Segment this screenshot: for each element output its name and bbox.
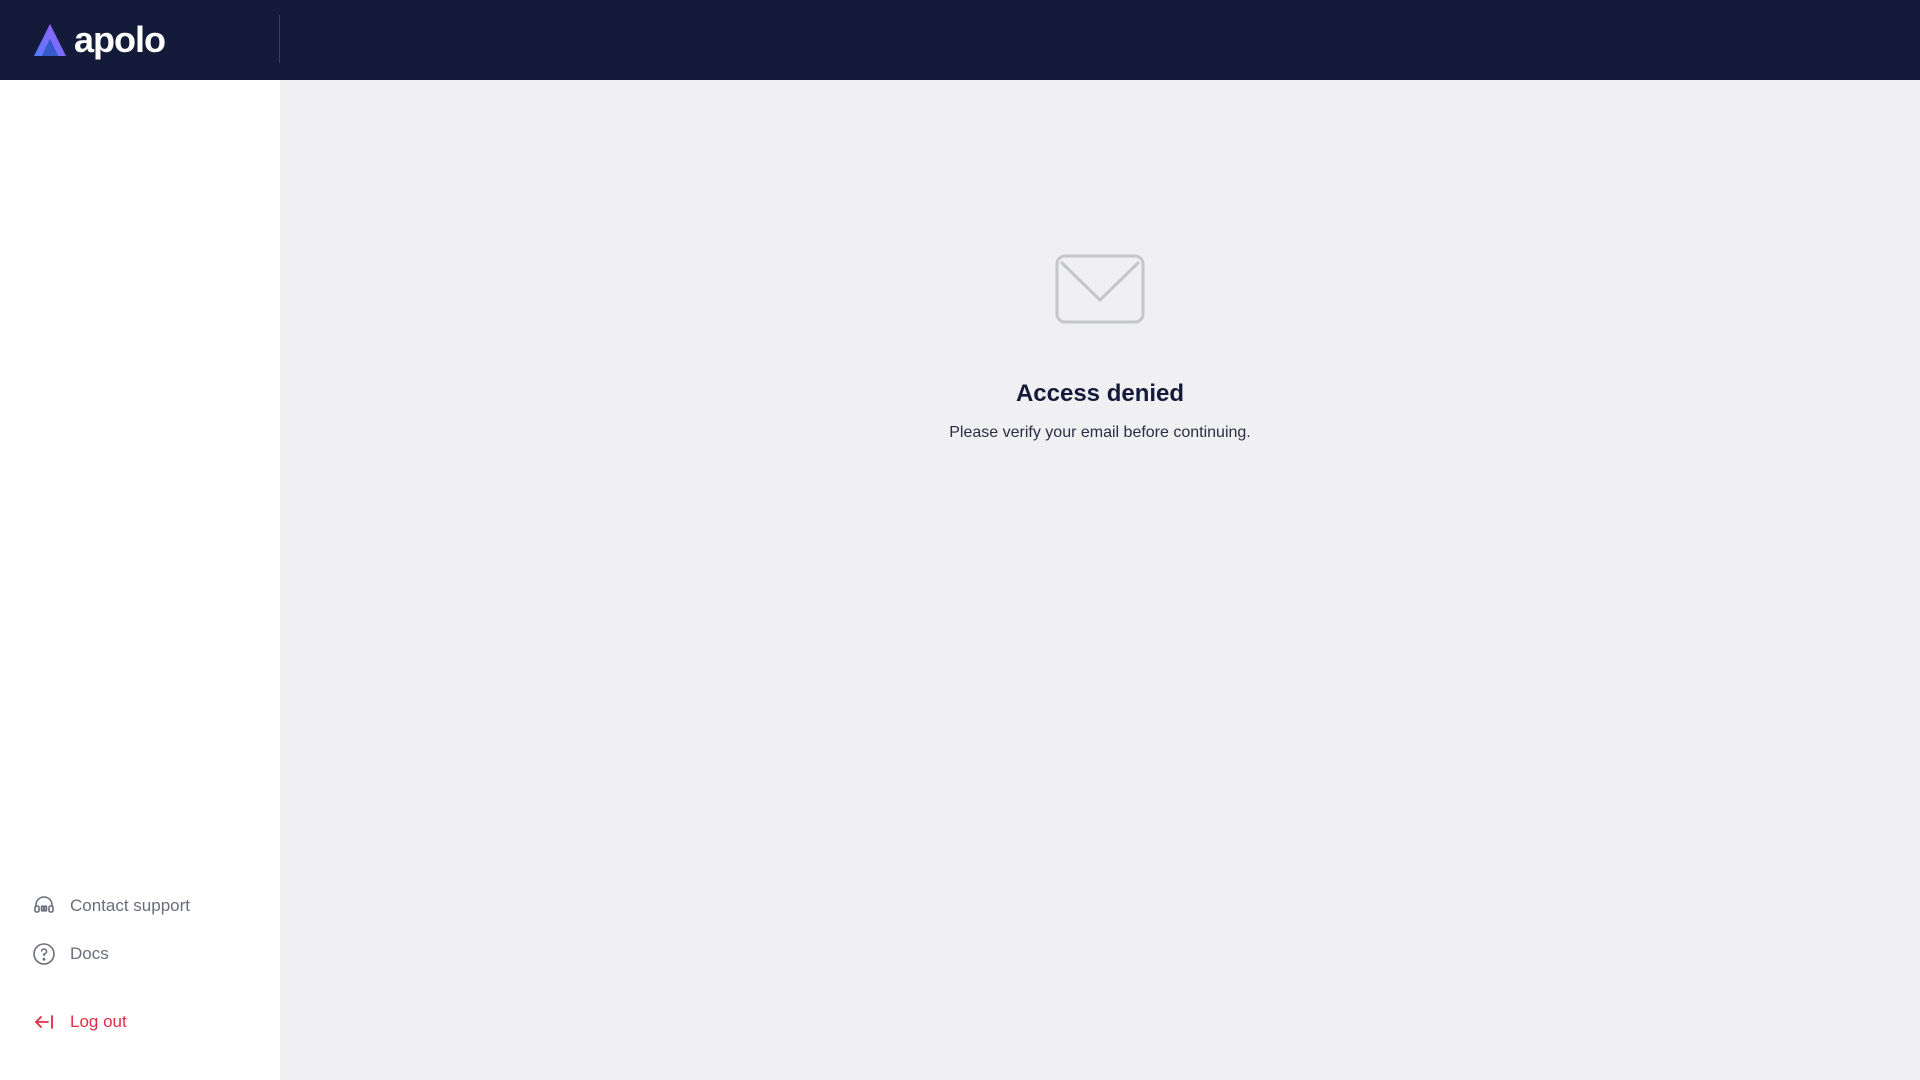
logout-button[interactable]: Log out [32, 1010, 127, 1034]
apolo-logo-icon [34, 24, 66, 56]
logout-arrow-icon [35, 1015, 53, 1029]
top-bar: apolo [0, 0, 1920, 80]
apolo-logo[interactable]: apolo [32, 18, 166, 62]
envelope-icon [1055, 254, 1145, 324]
topbar-divider [279, 15, 280, 63]
docs-link[interactable]: Docs [32, 942, 109, 966]
sidebar: Contact support Docs Log out [0, 80, 280, 1080]
main-content: Access denied Please verify your email b… [280, 80, 1920, 1080]
access-denied-message: Access denied Please verify your email b… [280, 254, 1920, 442]
logout-label: Log out [70, 1012, 127, 1031]
contact-support-label: Contact support [70, 896, 191, 915]
logo-text: apolo [74, 19, 166, 60]
help-circle-icon [33, 943, 55, 965]
page-message: Please verify your email before continui… [949, 424, 1251, 441]
docs-label: Docs [70, 944, 109, 963]
contact-support-link[interactable]: Contact support [32, 894, 190, 918]
page-title: Access denied [1015, 380, 1185, 407]
headset-icon [34, 896, 54, 913]
